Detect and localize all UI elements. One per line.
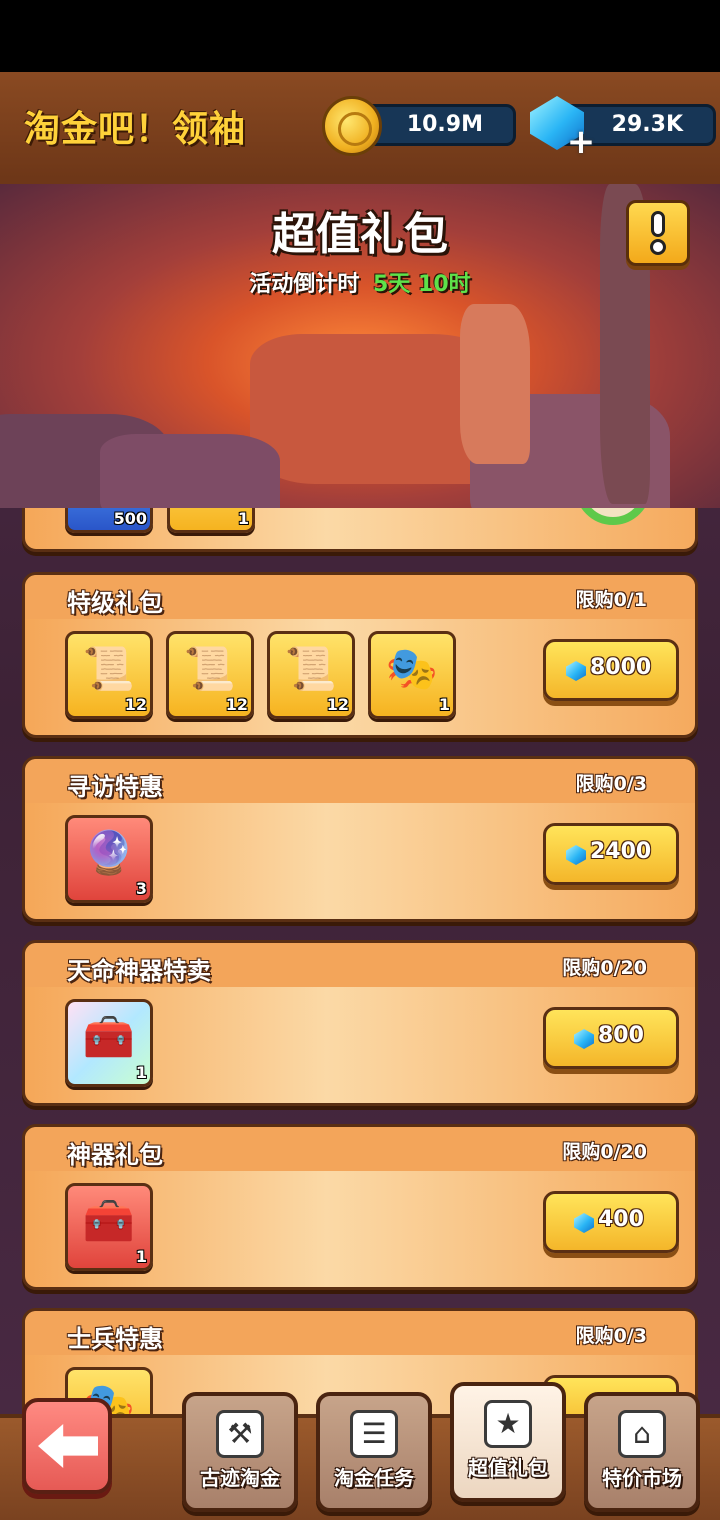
- gem-icon: [566, 845, 586, 865]
- info-button[interactable]: [626, 200, 690, 266]
- item-slot[interactable]: 1: [167, 508, 255, 533]
- item-qty: 500: [113, 509, 147, 528]
- add-gems-plus-icon[interactable]: +: [566, 125, 596, 159]
- item-slot[interactable]: 📜 12: [166, 631, 254, 719]
- item-slot[interactable]: 🧰 1: [65, 1183, 153, 1271]
- package-card: 500 1: [22, 508, 698, 552]
- app-title: 淘金吧！领袖: [24, 109, 247, 150]
- price-label: 2400: [590, 839, 652, 864]
- gold-coin-icon: [322, 96, 382, 156]
- package-title: 天命神器特卖: [67, 957, 211, 985]
- top-bar: 淘金吧！领袖 10.9M 29.3K +: [0, 72, 720, 182]
- exclamation-dot: [650, 239, 666, 255]
- status-bar: [0, 0, 720, 72]
- claimed-check-icon: [575, 508, 651, 525]
- scroll-icon: 📜: [82, 644, 136, 693]
- purchase-limit: 限购0/3: [575, 1325, 647, 1347]
- purchase-limit: 限购0/20: [562, 1141, 647, 1163]
- package-title: 士兵特惠: [67, 1325, 163, 1353]
- tab-gold-tasks[interactable]: ☰ 淘金任务: [316, 1392, 432, 1512]
- package-title: 神器礼包: [67, 1141, 163, 1169]
- item-qty: 12: [225, 695, 248, 714]
- event-countdown: 活动倒计时 5天 10时: [0, 266, 720, 298]
- gem-icon: [566, 661, 586, 681]
- countdown-label: 活动倒计时: [249, 272, 360, 297]
- tab-label: 古迹淘金: [200, 1466, 280, 1490]
- item-slot[interactable]: 📜 12: [65, 631, 153, 719]
- package-list[interactable]: 500 1 特级礼包 限购0/1 📜 12 📜 12 📜 12 🎭 1 8000: [0, 508, 720, 1414]
- item-qty: 1: [237, 509, 249, 528]
- rock-art: [100, 434, 280, 508]
- countdown-value: 5天 10时: [373, 272, 471, 297]
- item-slot[interactable]: 🧰 1: [65, 999, 153, 1087]
- price-label: 8000: [590, 655, 652, 680]
- purchase-limit: 限购0/3: [575, 773, 647, 795]
- buy-button[interactable]: 8000: [543, 639, 679, 701]
- item-slot[interactable]: 500: [65, 508, 153, 533]
- package-card: 寻访特惠 限购0/3 🔮 3 2400: [22, 756, 698, 922]
- item-qty: 1: [438, 695, 450, 714]
- purchase-limit: 限购0/20: [562, 957, 647, 979]
- item-slot[interactable]: 🎭 1: [368, 631, 456, 719]
- package-title: 特级礼包: [67, 589, 163, 617]
- buy-button[interactable]: 400: [543, 1191, 679, 1253]
- item-qty: 12: [124, 695, 147, 714]
- golden-chest-icon: 🧰: [82, 1196, 136, 1245]
- item-qty: 3: [135, 879, 147, 898]
- tab-value-packs[interactable]: ★ 超值礼包: [450, 1382, 566, 1502]
- rainbow-chest-icon: 🧰: [82, 1012, 136, 1061]
- item-qty: 1: [135, 1063, 147, 1082]
- pillar-art: [460, 304, 530, 464]
- gem-icon: [574, 1029, 594, 1049]
- tab-label: 超值礼包: [468, 1456, 548, 1480]
- scroll-icon: 📜: [284, 644, 338, 693]
- package-title: 寻访特惠: [67, 773, 163, 801]
- package-card: 特级礼包 限购0/1 📜 12 📜 12 📜 12 🎭 1 8000: [22, 572, 698, 738]
- package-card: 天命神器特卖 限购0/20 🧰 1 800: [22, 940, 698, 1106]
- item-slot[interactable]: 🔮 3: [65, 815, 153, 903]
- shop-icon: ⌂: [618, 1410, 666, 1458]
- back-arrow-icon: [38, 1424, 98, 1468]
- buy-button[interactable]: 800: [543, 1007, 679, 1069]
- banner-title: 超值礼包: [272, 209, 448, 260]
- purchase-limit: 限购0/1: [575, 589, 647, 611]
- tab-special-market[interactable]: ⌂ 特价市场: [584, 1392, 700, 1512]
- exclamation-icon: [651, 211, 665, 237]
- scroll-icon: 📜: [183, 644, 237, 693]
- gift-box-icon: ★: [484, 1400, 532, 1448]
- buy-button[interactable]: 2400: [543, 823, 679, 885]
- tab-label: 淘金任务: [334, 1466, 414, 1490]
- item-slot[interactable]: 📜 12: [267, 631, 355, 719]
- item-qty: 1: [135, 1247, 147, 1266]
- price-label: 400: [598, 1207, 644, 1232]
- golden-masks-icon: 🎭: [385, 644, 439, 693]
- purple-scroll-icon: 🔮: [82, 828, 136, 877]
- tab-ruins-gold[interactable]: ⚒ 古迹淘金: [182, 1392, 298, 1512]
- tab-label: 特价市场: [602, 1466, 682, 1490]
- price-label: 800: [598, 1023, 644, 1048]
- back-button[interactable]: [22, 1398, 112, 1494]
- pickaxe-icon: ⚒: [216, 1410, 264, 1458]
- clipboard-icon: ☰: [350, 1410, 398, 1458]
- gem-icon: [574, 1213, 594, 1233]
- package-card: 神器礼包 限购0/20 🧰 1 400: [22, 1124, 698, 1290]
- item-qty: 12: [326, 695, 349, 714]
